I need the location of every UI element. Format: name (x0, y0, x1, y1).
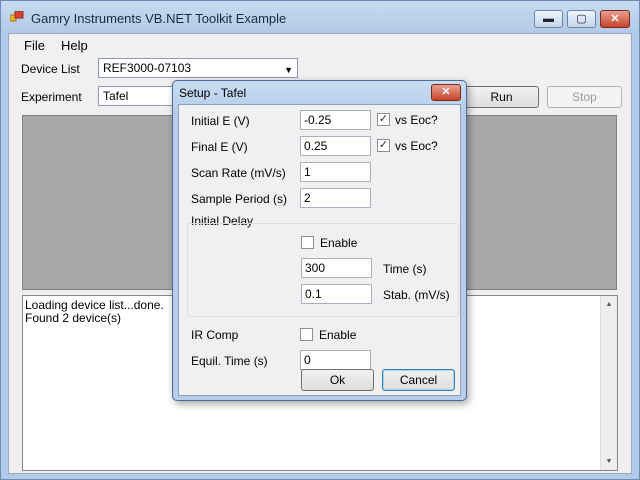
initial-e-input[interactable]: -0.25 (300, 110, 371, 130)
equil-time-input[interactable]: 0 (300, 350, 371, 370)
app-icon (10, 11, 24, 22)
log-text: Loading device list...done. Found 2 devi… (25, 299, 164, 325)
dialog-title: Setup - Tafel (179, 86, 247, 100)
cancel-button[interactable]: Cancel (382, 369, 455, 391)
initial-delay-stab-label: Stab. (mV/s) (383, 288, 450, 302)
device-list-value: REF3000-07103 (103, 61, 192, 75)
run-button[interactable]: Run (464, 86, 539, 108)
scan-rate-label: Scan Rate (mV/s) (191, 166, 286, 180)
sample-period-label: Sample Period (s) (191, 192, 288, 206)
close-window-button[interactable]: ✕ (600, 10, 630, 28)
scan-rate-input[interactable]: 1 (300, 162, 371, 182)
stop-button[interactable]: Stop (547, 86, 622, 108)
window-title: Gamry Instruments VB.NET Toolkit Example (31, 11, 287, 26)
ir-comp-enable-checkbox[interactable] (300, 328, 313, 341)
initial-e-vs-eoc-checkbox[interactable]: ✓ (377, 113, 390, 126)
scroll-up-icon[interactable]: ▲ (601, 296, 617, 313)
scroll-down-icon[interactable]: ▼ (601, 453, 617, 470)
final-e-vs-eoc-label: vs Eoc? (395, 139, 438, 153)
initial-delay-enable-label: Enable (320, 236, 358, 250)
sample-period-input[interactable]: 2 (300, 188, 371, 208)
ir-comp-enable-label: Enable (319, 328, 357, 342)
initial-delay-stab-input[interactable]: 0.1 (301, 284, 372, 304)
initial-e-label: Initial E (V) (191, 114, 250, 128)
initial-e-vs-eoc-label: vs Eoc? (395, 113, 438, 127)
menu-help[interactable]: Help (56, 37, 93, 55)
log-scrollbar[interactable]: ▲ ▼ (600, 296, 617, 470)
chevron-down-icon: ▼ (284, 65, 293, 75)
equil-time-label: Equil. Time (s) (191, 354, 268, 368)
dialog-client-area: Initial E (V) -0.25 ✓ vs Eoc? Final E (V… (178, 104, 461, 396)
dialog-close-button[interactable]: ✕ (431, 84, 461, 101)
ir-comp-label: IR Comp (191, 328, 239, 342)
initial-delay-time-label: Time (s) (383, 262, 427, 276)
final-e-vs-eoc-checkbox[interactable]: ✓ (377, 139, 390, 152)
title-bar[interactable]: Gamry Instruments VB.NET Toolkit Example… (1, 1, 639, 33)
experiment-label: Experiment (21, 90, 82, 104)
final-e-input[interactable]: 0.25 (300, 136, 371, 156)
ok-button[interactable]: Ok (301, 369, 374, 391)
initial-delay-time-input[interactable]: 300 (301, 258, 372, 278)
setup-dialog: Setup - Tafel ✕ Initial E (V) -0.25 ✓ vs… (172, 80, 467, 401)
maximize-button[interactable]: ▢ (567, 10, 596, 28)
log-line: Found 2 device(s) (25, 311, 122, 325)
device-list-label: Device List (21, 62, 80, 76)
initial-delay-enable-checkbox[interactable] (301, 236, 314, 249)
menu-file[interactable]: File (19, 37, 50, 55)
minimize-button[interactable]: ▬ (534, 10, 563, 28)
device-list-combo[interactable]: REF3000-07103 ▼ (98, 58, 298, 78)
final-e-label: Final E (V) (191, 140, 248, 154)
experiment-value: Tafel (103, 89, 129, 103)
initial-delay-group: Enable 300 Time (s) 0.1 Stab. (mV/s) (187, 223, 459, 317)
